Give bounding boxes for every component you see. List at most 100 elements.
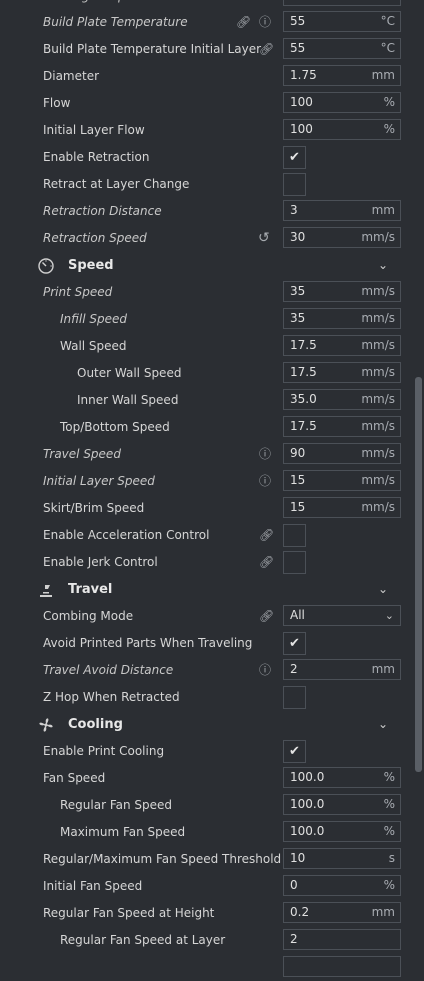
section-header-travel[interactable]: Travel ⌄ [0,576,410,603]
info-icon[interactable]: ⓘ [259,657,271,684]
chevron-down-icon[interactable]: ⌄ [378,252,388,279]
setting-row-skirt-brim-speed[interactable]: Skirt/Brim Speed 15 mm/s [0,495,410,522]
top-bottom-speed-field[interactable]: 17.5 mm/s [283,416,401,437]
setting-row-avoid-printed-parts[interactable]: Avoid Printed Parts When Traveling ✔ [0,630,410,657]
field-value: 100 [290,122,313,136]
field-unit: mm [371,68,395,82]
enable-print-cooling-checkbox[interactable]: ✔ [283,740,306,763]
setting-row-fan-speed[interactable]: Fan Speed 100.0 % [0,765,410,792]
info-icon[interactable]: ⓘ [259,468,271,495]
setting-row-outer-wall-speed[interactable]: Outer Wall Speed 17.5 mm/s [0,360,410,387]
skirt-brim-speed-field[interactable]: 15 mm/s [283,497,401,518]
setting-label: Skirt/Brim Speed [43,501,145,515]
field-value: 55 [290,14,306,28]
setting-row-enable-print-cooling[interactable]: Enable Print Cooling ✔ [0,738,410,765]
section-header-cooling[interactable]: Cooling ⌄ [0,711,410,738]
wall-speed-field[interactable]: 17.5 mm/s [283,335,401,356]
setting-row-infill-speed[interactable]: Infill Speed 35 mm/s [0,306,410,333]
outer-wall-speed-field[interactable]: 17.5 mm/s [283,362,401,383]
setting-row-partial-bottom[interactable] [0,954,410,981]
combing-mode-select[interactable]: All ⌄ [283,605,401,626]
initial-layer-speed-field[interactable]: 15 mm/s [283,470,401,491]
setting-row-build-plate-temperature[interactable]: Build Plate Temperature 🔗︎ ⓘ 55 °C [0,9,410,36]
scrollbar[interactable] [415,377,422,772]
chevron-down-icon[interactable]: ⌄ [378,711,388,738]
setting-row-initial-fan-speed[interactable]: Initial Fan Speed 0 % [0,873,410,900]
field-unit: mm [371,662,395,676]
build-plate-temperature-field[interactable]: 55 °C [283,11,401,32]
setting-row-travel-avoid-distance[interactable]: Travel Avoid Distance ⓘ 2 mm [0,657,410,684]
link-icon[interactable]: 🔗︎ [236,9,251,36]
initial-layer-flow-field[interactable]: 100 % [283,119,401,140]
fan-speed-at-height-field[interactable]: 0.2 mm [283,902,401,923]
setting-row-retraction-distance[interactable]: Retraction Distance 3 mm [0,198,410,225]
flow-field[interactable]: 100 % [283,92,401,113]
setting-row-retract-layer-change[interactable]: Retract at Layer Change [0,171,410,198]
field-value: 35 [290,311,306,325]
setting-row-inner-wall-speed[interactable]: Inner Wall Speed 35.0 mm/s [0,387,410,414]
enable-acceleration-checkbox[interactable] [283,524,306,547]
info-icon[interactable]: ⓘ [259,9,271,36]
setting-row-print-speed[interactable]: Print Speed 35 mm/s [0,279,410,306]
setting-row-travel-speed[interactable]: Travel Speed ⓘ 90 mm/s [0,441,410,468]
diameter-field[interactable]: 1.75 mm [283,65,401,86]
setting-row-enable-jerk[interactable]: Enable Jerk Control 🔗︎ [0,549,410,576]
setting-row-fan-speed-threshold[interactable]: Regular/Maximum Fan Speed Threshold 10 s [0,846,410,873]
partial-field[interactable] [283,956,401,977]
link-icon[interactable]: 🔗︎ [259,36,274,63]
travel-speed-field[interactable]: 90 mm/s [283,443,401,464]
field-value: 55 [290,41,306,55]
setting-row-diameter[interactable]: Diameter 1.75 mm [0,63,410,90]
build-plate-temperature-initial-field[interactable]: 55 °C [283,38,401,59]
enable-jerk-checkbox[interactable] [283,551,306,574]
field-unit: % [383,797,395,811]
setting-row-retraction-speed[interactable]: Retraction Speed ↺ 30 mm/s [0,225,410,252]
setting-row-initial-layer-flow[interactable]: Initial Layer Flow 100 % [0,117,410,144]
section-title: Speed [68,258,114,273]
setting-row-build-plate-temperature-initial[interactable]: Build Plate Temperature Initial Layer 🔗︎… [0,36,410,63]
fan-speed-field[interactable]: 100.0 % [283,767,401,788]
reset-icon[interactable]: ↺ [258,225,270,252]
setting-row-initial-layer-speed[interactable]: Initial Layer Speed ⓘ 15 mm/s [0,468,410,495]
chevron-down-icon[interactable]: ⌄ [378,576,388,603]
setting-row-combing-mode[interactable]: Combing Mode 🔗︎ All ⌄ [0,603,410,630]
setting-label: Regular Fan Speed at Layer [60,933,226,947]
field-unit: mm/s [361,500,395,514]
inner-wall-speed-field[interactable]: 35.0 mm/s [283,389,401,410]
link-icon[interactable]: 🔗︎ [259,603,274,630]
print-speed-field[interactable]: 35 mm/s [283,281,401,302]
travel-avoid-distance-field[interactable]: 2 mm [283,659,401,680]
setting-row-z-hop[interactable]: Z Hop When Retracted [0,684,410,711]
retract-layer-change-checkbox[interactable] [283,173,306,196]
fan-speed-threshold-field[interactable]: 10 s [283,848,401,869]
maximum-fan-speed-field[interactable]: 100.0 % [283,821,401,842]
link-icon[interactable]: 🔗︎ [259,549,274,576]
field-value: 15 [290,500,306,514]
retraction-distance-field[interactable]: 3 mm [283,200,401,221]
setting-row-fan-speed-at-height[interactable]: Regular Fan Speed at Height 0.2 mm [0,900,410,927]
enable-retraction-checkbox[interactable]: ✔ [283,146,306,169]
setting-row-wall-speed[interactable]: Wall Speed 17.5 mm/s [0,333,410,360]
setting-row-regular-fan-speed[interactable]: Regular Fan Speed 100.0 % [0,792,410,819]
fan-speed-at-layer-field[interactable]: 2 [283,929,401,950]
setting-row-enable-acceleration[interactable]: Enable Acceleration Control 🔗︎ [0,522,410,549]
info-icon[interactable]: ⓘ [259,441,271,468]
printing-temperature-field[interactable] [283,0,401,6]
infill-speed-field[interactable]: 35 mm/s [283,308,401,329]
retraction-speed-field[interactable]: 30 mm/s [283,227,401,248]
section-header-speed[interactable]: Speed ⌄ [0,252,410,279]
field-value: 100.0 [290,770,325,784]
setting-row-flow[interactable]: Flow 100 % [0,90,410,117]
setting-label: Diameter [43,69,100,83]
setting-row-maximum-fan-speed[interactable]: Maximum Fan Speed 100.0 % [0,819,410,846]
setting-row-enable-retraction[interactable]: Enable Retraction ✔ [0,144,410,171]
setting-row-top-bottom-speed[interactable]: Top/Bottom Speed 17.5 mm/s [0,414,410,441]
setting-row-fan-speed-at-layer[interactable]: Regular Fan Speed at Layer 2 [0,927,410,954]
z-hop-checkbox[interactable] [283,686,306,709]
link-icon[interactable]: 🔗︎ [259,522,274,549]
field-unit: mm [371,905,395,919]
initial-fan-speed-field[interactable]: 0 % [283,875,401,896]
avoid-printed-parts-checkbox[interactable]: ✔ [283,632,306,655]
regular-fan-speed-field[interactable]: 100.0 % [283,794,401,815]
field-unit: % [383,770,395,784]
